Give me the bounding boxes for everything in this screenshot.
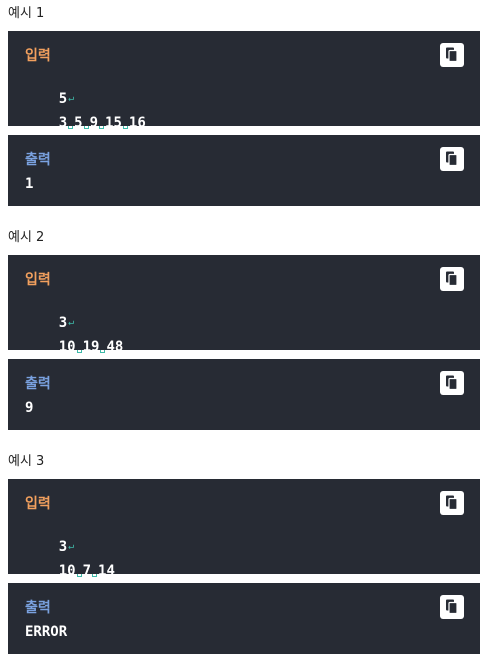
input-token: 16 [128, 115, 146, 131]
copy-icon [446, 271, 458, 287]
output-line: 1 [25, 176, 34, 192]
copy-icon [446, 375, 458, 391]
input-block: 입력 3↵ 10 7 14 [8, 479, 480, 579]
output-line: ERROR [25, 624, 68, 640]
copy-button[interactable] [440, 267, 464, 291]
input-token: 7 [82, 563, 92, 579]
space-marker-icon [76, 561, 83, 577]
space-marker-icon [98, 113, 105, 129]
copy-button[interactable] [440, 371, 464, 395]
input-token: 9 [89, 115, 99, 131]
space-marker-icon [91, 561, 98, 577]
copy-icon [446, 151, 458, 167]
space-marker-icon [99, 337, 106, 353]
input-token: 14 [98, 563, 115, 579]
copy-icon [446, 599, 458, 615]
output-block: 출력 9 [8, 359, 480, 430]
space-marker-icon [83, 113, 90, 129]
copy-icon [446, 495, 458, 511]
copy-icon [446, 47, 458, 63]
example-title: 예시 2 [8, 230, 45, 245]
copy-button[interactable] [440, 595, 464, 619]
space-marker-icon [67, 113, 74, 129]
input-block: 입력 5↵ 3 5 9 15 16 [8, 31, 480, 131]
output-label: 출력 [25, 152, 51, 168]
input-token: 48 [106, 339, 124, 355]
output-label: 출력 [25, 376, 51, 392]
space-marker-icon [76, 337, 83, 353]
copy-button[interactable] [440, 491, 464, 515]
output-block: 출력 ERROR [8, 583, 480, 654]
input-block: 입력 3↵ 10 19 48 [8, 255, 480, 355]
input-token: 10 [58, 563, 76, 579]
example-title: 예시 1 [8, 6, 45, 21]
output-line: 9 [25, 400, 34, 416]
copy-button[interactable] [440, 43, 464, 67]
input-token: 5 [74, 115, 83, 131]
input-label: 입력 [25, 272, 51, 288]
input-token: 3 [58, 115, 68, 131]
input-label: 입력 [25, 496, 51, 512]
input-token: 10 [58, 339, 76, 355]
copy-button[interactable] [440, 147, 464, 171]
input-label: 입력 [25, 48, 51, 64]
output-block: 출력 1 [8, 135, 480, 206]
input-token: 19 [82, 339, 100, 355]
input-token: 15 [105, 115, 122, 131]
output-label: 출력 [25, 600, 51, 616]
example-title: 예시 3 [8, 454, 45, 469]
space-marker-icon [122, 113, 129, 129]
